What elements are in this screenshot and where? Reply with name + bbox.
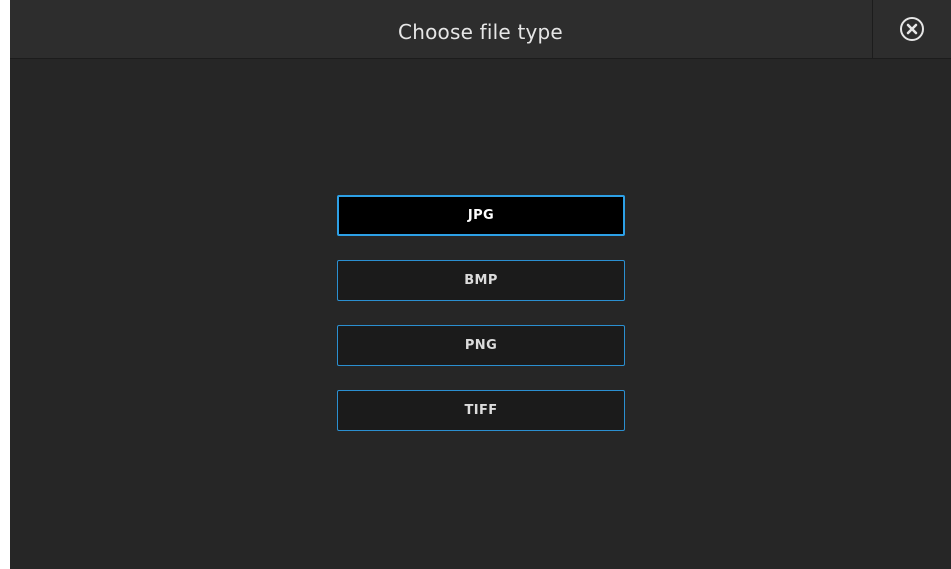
- option-tiff-button[interactable]: TIFF: [337, 390, 625, 431]
- dialog-header: Choose file type: [10, 0, 951, 59]
- close-circle-icon: [900, 17, 924, 41]
- option-bmp-button[interactable]: BMP: [337, 260, 625, 301]
- file-type-options: JPG BMP PNG TIFF: [337, 195, 625, 455]
- option-jpg-button[interactable]: JPG: [337, 195, 625, 236]
- file-type-dialog: Choose file type JPG BMP PNG TIFF: [10, 0, 951, 569]
- dialog-title: Choose file type: [398, 20, 563, 44]
- close-button[interactable]: [872, 0, 951, 58]
- option-png-button[interactable]: PNG: [337, 325, 625, 366]
